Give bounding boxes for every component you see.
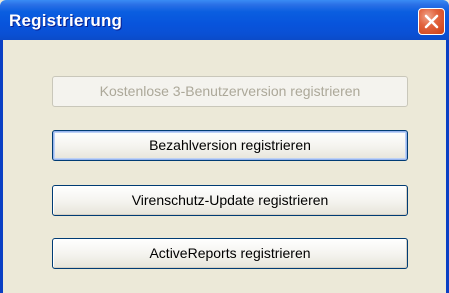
close-button[interactable] (418, 8, 445, 35)
register-paid-version-button[interactable]: Bezahlversion registrieren (52, 130, 408, 161)
window-title: Registrierung (9, 11, 123, 30)
register-antivirus-update-button[interactable]: Virenschutz-Update registrieren (52, 185, 408, 216)
registration-dialog: Registrierung Kostenlose 3-Benutzerversi… (0, 0, 449, 293)
title-bar[interactable]: Registrierung (0, 0, 449, 40)
close-icon (424, 14, 439, 29)
register-free-version-button: Kostenlose 3-Benutzerversion registriere… (52, 76, 408, 107)
register-activereports-button[interactable]: ActiveReports registrieren (52, 238, 408, 269)
